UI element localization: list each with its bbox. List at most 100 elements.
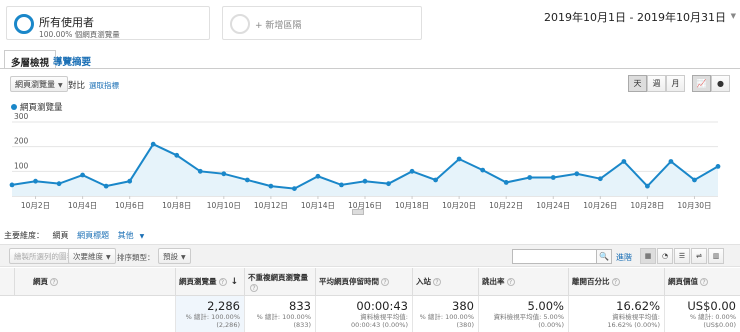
- total-sub: % 總計: 100.00%: [419, 313, 474, 321]
- view-mode-buttons: ▦ ◔ ☰ ⇌ ▥: [640, 248, 725, 264]
- segment-card-all-users[interactable]: 所有使用者 100.00% 個網頁瀏覽量: [6, 6, 210, 40]
- help-icon[interactable]: ?: [611, 278, 620, 286]
- tab-divider: [0, 68, 740, 69]
- total-avg-time: 00:00:43 資料檢視平均值: 00:00:43 (0.00%): [315, 296, 412, 332]
- metric-select[interactable]: 網頁瀏覽量 ▼: [10, 76, 68, 92]
- help-icon[interactable]: ?: [250, 284, 258, 292]
- x-tick-label: 10月22日: [489, 201, 523, 210]
- dimension-other[interactable]: 其他: [118, 231, 134, 240]
- chevron-down-icon[interactable]: ▼: [731, 12, 736, 20]
- data-point: [221, 171, 227, 177]
- data-point: [597, 176, 603, 182]
- advanced-filter-link[interactable]: 進階: [616, 252, 632, 263]
- data-point: [150, 141, 156, 147]
- data-point: [621, 159, 627, 164]
- data-point: [292, 186, 297, 191]
- column-header-avg-time[interactable]: 平均網頁停留時間?: [315, 268, 412, 296]
- total-value: 833: [289, 299, 311, 313]
- data-point: [433, 177, 438, 183]
- x-tick-label: 10月10日: [207, 201, 241, 210]
- total-sub: (2,286): [216, 321, 240, 329]
- choose-metric-link[interactable]: 選取指標: [89, 80, 119, 91]
- add-segment-card[interactable]: + 新增區隔: [222, 6, 422, 40]
- column-header-label: 不重複網頁瀏覽量: [248, 273, 308, 282]
- data-point: [503, 180, 509, 185]
- tab-navigation-summary[interactable]: 導覽摘要: [47, 50, 97, 69]
- sort-type-select[interactable]: 預設 ▼: [158, 248, 191, 264]
- period-day-button[interactable]: 天: [628, 75, 647, 92]
- total-entrances: 380 % 總計: 100.00% (380): [412, 296, 478, 332]
- x-tick-label: 10月12日: [254, 201, 288, 210]
- total-pageviews: 2,286 % 總計: 100.00% (2,286): [175, 296, 244, 332]
- data-point: [244, 177, 250, 183]
- segment-title: 所有使用者: [39, 16, 94, 29]
- dimension-page-title[interactable]: 網頁標題: [77, 231, 109, 240]
- total-value: US$0.00: [687, 299, 736, 313]
- primary-dimension-label: 主要維度：: [4, 231, 44, 240]
- line-chart-icon[interactable]: 📈: [692, 75, 711, 92]
- help-icon[interactable]: ?: [433, 278, 441, 286]
- search-icon[interactable]: 🔍: [596, 249, 612, 264]
- data-point: [645, 183, 650, 189]
- x-tick-label: 10月30日: [677, 201, 711, 210]
- data-point: [103, 183, 109, 189]
- table-view-icon[interactable]: ▦: [640, 248, 656, 264]
- primary-dimension-row: 主要維度： 網頁 網頁標題 其他 ▼: [4, 230, 150, 241]
- column-header-bounce-rate[interactable]: 跳出率?: [478, 268, 568, 296]
- data-point: [692, 177, 697, 183]
- dimension-page[interactable]: 網頁: [53, 231, 69, 240]
- period-week-button[interactable]: 週: [647, 75, 666, 92]
- comparison-view-icon[interactable]: ⇌: [691, 248, 707, 264]
- sort-type-label: 排序類型：: [117, 253, 155, 262]
- sort-desc-icon: ↓: [230, 277, 239, 287]
- help-icon[interactable]: ?: [506, 278, 515, 286]
- chevron-down-icon: ▼: [58, 82, 63, 89]
- help-icon[interactable]: ?: [381, 278, 389, 286]
- motion-chart-icon[interactable]: ●: [711, 75, 730, 92]
- help-icon[interactable]: ?: [700, 278, 708, 286]
- total-sub: 資料檢視平均值:: [360, 313, 408, 321]
- x-tick-label: 10月28日: [630, 201, 664, 210]
- column-header-page[interactable]: 網頁?: [14, 268, 175, 296]
- secondary-dimension-select[interactable]: 次要維度 ▼: [68, 248, 116, 264]
- x-tick-label: 10月4日: [68, 201, 97, 210]
- x-tick-label: 10月24日: [536, 201, 570, 210]
- performance-view-icon[interactable]: ☰: [674, 248, 690, 264]
- column-header-pageviews[interactable]: 網頁瀏覽量? ↓: [175, 268, 244, 296]
- sort-type-value: 預設: [163, 252, 178, 261]
- data-point: [480, 167, 486, 173]
- table-search-input[interactable]: [512, 249, 600, 264]
- pageviews-chart: 300 200 100 10月2日 10月4日 10月6日 10月8日 10月10日 10月12…: [9, 112, 721, 210]
- help-icon[interactable]: ?: [218, 278, 227, 286]
- data-point: [715, 164, 721, 169]
- data-point: [668, 159, 674, 164]
- data-point: [527, 175, 533, 180]
- column-header-exit-rate[interactable]: 離開百分比?: [568, 268, 664, 296]
- column-header-page-value[interactable]: 網頁價值?: [664, 268, 740, 296]
- data-point: [339, 182, 344, 188]
- totals-label-cell: [0, 296, 175, 332]
- data-point: [56, 181, 62, 187]
- chevron-down-icon: ▼: [181, 254, 186, 261]
- total-sub: (833): [293, 321, 311, 329]
- total-value: 5.00%: [527, 299, 564, 313]
- data-point: [197, 168, 203, 174]
- chevron-down-icon[interactable]: ▼: [140, 233, 145, 240]
- x-tick-label: 10月6日: [115, 201, 144, 210]
- column-header-unique-pageviews[interactable]: 不重複網頁瀏覽量?: [244, 268, 315, 296]
- help-icon[interactable]: ?: [50, 278, 58, 286]
- column-header-entrances[interactable]: 入站?: [412, 268, 478, 296]
- total-value: 380: [452, 299, 474, 313]
- data-point: [386, 181, 391, 187]
- column-header-label: 跳出率: [482, 277, 505, 286]
- total-unique-pageviews: 833 % 總計: 100.00% (833): [244, 296, 315, 332]
- pie-view-icon[interactable]: ◔: [657, 248, 673, 264]
- x-tick-label: 10月8日: [162, 201, 191, 210]
- pivot-view-icon[interactable]: ▥: [708, 248, 724, 264]
- date-range-picker[interactable]: 2019年10月1日 - 2019年10月31日: [544, 9, 726, 25]
- data-point: [362, 178, 368, 184]
- period-month-button[interactable]: 月: [666, 75, 685, 92]
- total-value: 16.62%: [616, 299, 660, 313]
- secondary-dimension-label: 次要維度: [73, 252, 103, 261]
- chart-resize-handle[interactable]: [352, 209, 364, 215]
